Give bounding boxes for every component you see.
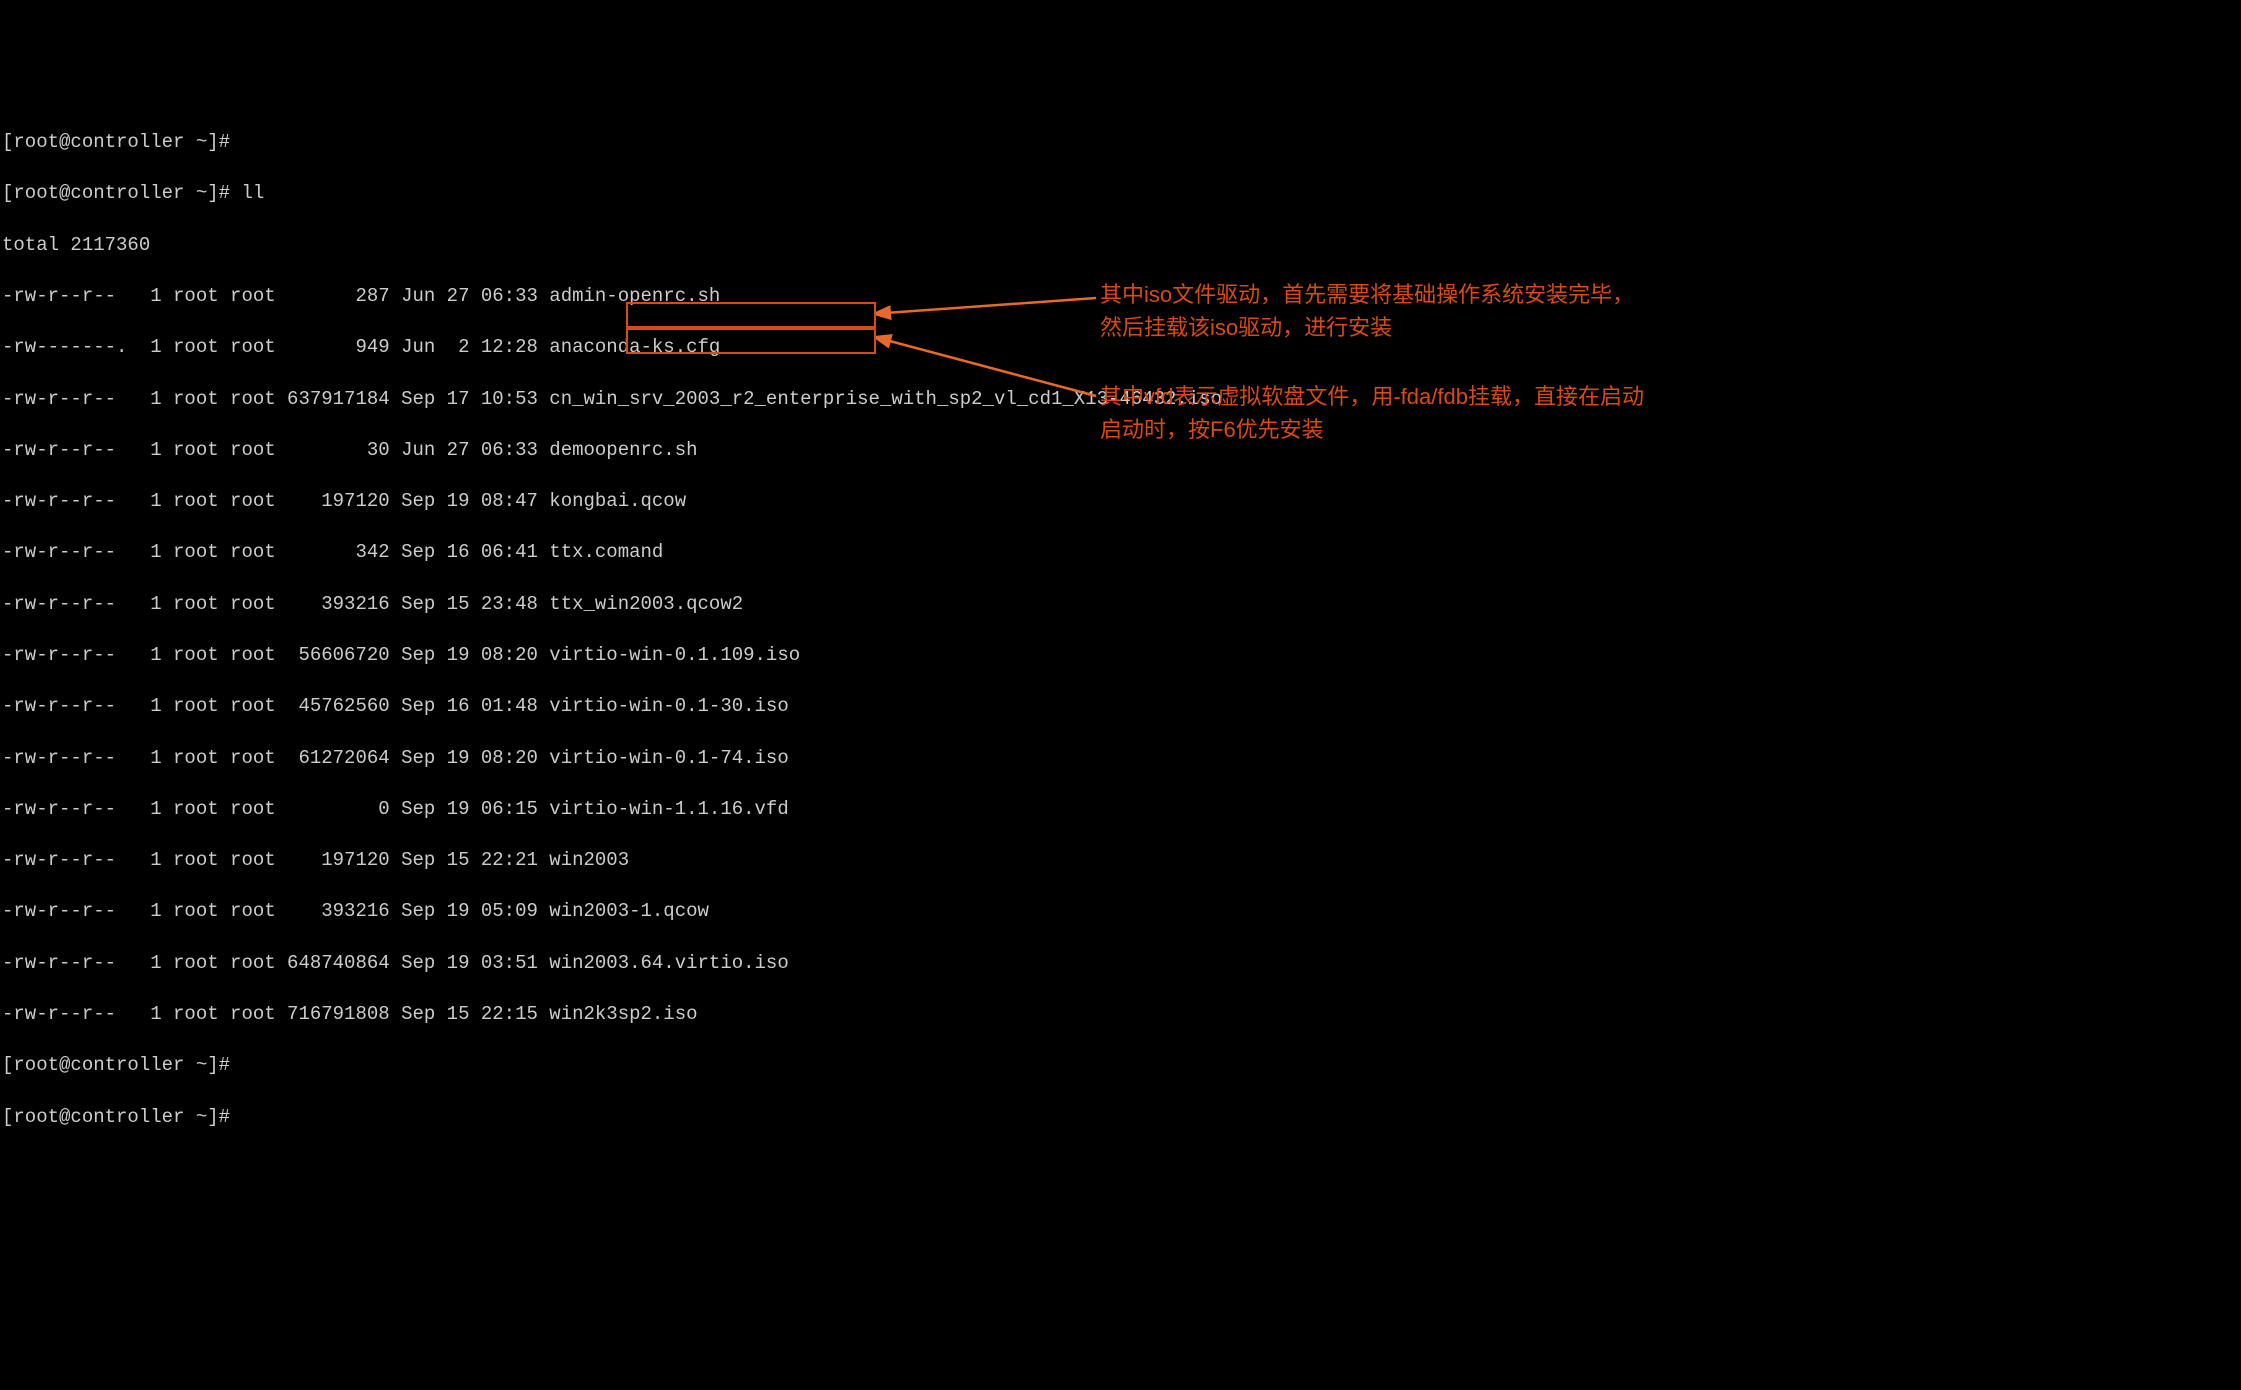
list-row: -rw-r--r-- 1 root root 45762560 Sep 16 0…	[2, 694, 2239, 720]
list-row: -rw-r--r-- 1 root root 716791808 Sep 15 …	[2, 1002, 2239, 1028]
list-row: -rw-r--r-- 1 root root 0 Sep 19 06:15 vi…	[2, 797, 2239, 823]
prompt-line: [root@controller ~]#	[2, 1105, 2239, 1131]
list-row: -rw-r--r-- 1 root root 342 Sep 16 06:41 …	[2, 540, 2239, 566]
list-row: -rw-r--r-- 1 root root 61272064 Sep 19 0…	[2, 746, 2239, 772]
annotation-iso: 其中iso文件驱动，首先需要将基础操作系统安装完毕，然后挂载该iso驱动，进行安…	[1100, 278, 1650, 344]
list-row: -rw-r--r-- 1 root root 197120 Sep 19 08:…	[2, 489, 2239, 515]
list-row: -rw-r--r-- 1 root root 393216 Sep 19 05:…	[2, 899, 2239, 925]
list-row: -rw-r--r-- 1 root root 393216 Sep 15 23:…	[2, 592, 2239, 618]
list-row: -rw-r--r-- 1 root root 648740864 Sep 19 …	[2, 951, 2239, 977]
prompt-line: [root@controller ~]# ll	[2, 181, 2239, 207]
prompt-line: [root@controller ~]#	[2, 1053, 2239, 1079]
list-row: -rw-r--r-- 1 root root 197120 Sep 15 22:…	[2, 848, 2239, 874]
terminal-output: [root@controller ~]# [root@controller ~]…	[2, 105, 2239, 1156]
list-row: -rw-r--r-- 1 root root 56606720 Sep 19 0…	[2, 643, 2239, 669]
prompt-line: [root@controller ~]#	[2, 130, 2239, 156]
total-line: total 2117360	[2, 233, 2239, 259]
annotation-vfd: 其中vfd表示虚拟软盘文件，用-fda/fdb挂载，直接在启动启动时，按F6优先…	[1100, 380, 1650, 446]
